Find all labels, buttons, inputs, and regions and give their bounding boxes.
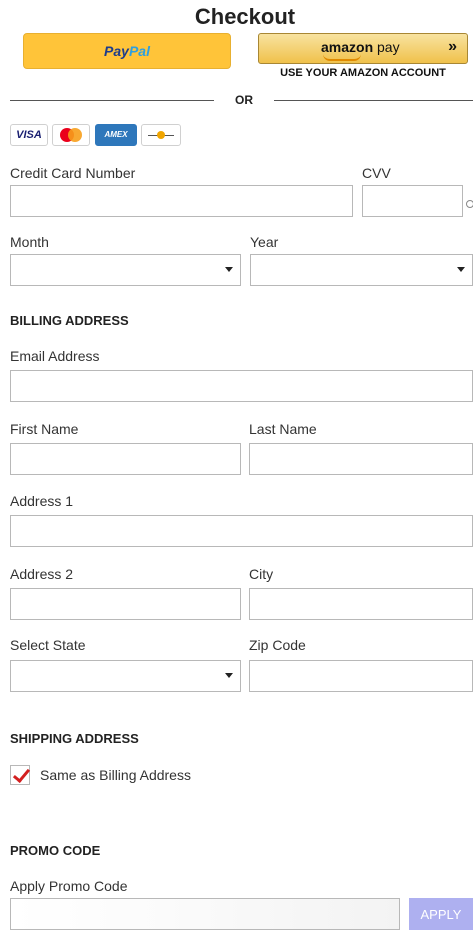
- cvv-input[interactable]: [362, 185, 463, 217]
- info-icon[interactable]: [466, 200, 473, 208]
- billing-address-heading: BILLING ADDRESS: [10, 313, 129, 328]
- amazon-pay-button[interactable]: amazon pay »: [258, 33, 468, 64]
- divider-left: [10, 100, 214, 101]
- amazon-pay-word: pay: [373, 39, 400, 55]
- page-title: Checkout: [194, 4, 296, 29]
- paypal-logo-pay: Pay: [104, 43, 129, 59]
- address1-input[interactable]: [10, 515, 473, 547]
- divider-right: [274, 100, 473, 101]
- double-chevron-right-icon: »: [448, 38, 457, 55]
- state-select[interactable]: [10, 660, 241, 692]
- chevron-down-icon: [225, 267, 233, 272]
- last-name-input[interactable]: [249, 443, 473, 475]
- last-name-label: Last Name: [249, 421, 317, 437]
- address2-label: Address 2: [10, 566, 74, 582]
- amazon-pay-logo: amazon pay: [321, 39, 400, 61]
- checkmark-icon: [12, 764, 31, 784]
- zip-input[interactable]: [249, 660, 473, 692]
- card-number-label: Credit Card Number: [10, 165, 136, 181]
- month-select[interactable]: [10, 254, 241, 286]
- chevron-down-icon: [457, 267, 465, 272]
- cvv-label: CVV: [362, 165, 391, 181]
- paypal-button[interactable]: Pay Pal: [23, 33, 231, 69]
- mastercard-card-icon: [52, 124, 90, 146]
- amazon-logo-word: amazon: [321, 39, 374, 55]
- visa-card-icon: VISA: [10, 124, 48, 146]
- month-label: Month: [10, 234, 49, 250]
- year-select[interactable]: [250, 254, 473, 286]
- promo-code-heading: PROMO CODE: [10, 843, 101, 858]
- first-name-label: First Name: [10, 421, 79, 437]
- chevron-down-icon: [225, 673, 233, 678]
- same-as-billing-checkbox[interactable]: [10, 764, 31, 785]
- first-name-input[interactable]: [10, 443, 241, 475]
- promo-code-input[interactable]: [10, 898, 400, 930]
- city-label: City: [249, 566, 274, 582]
- email-input[interactable]: [10, 370, 473, 402]
- or-divider-label: OR: [235, 93, 253, 107]
- generic-card-icon: [141, 124, 181, 146]
- email-label: Email Address: [10, 348, 100, 364]
- apply-promo-button[interactable]: APPLY: [409, 898, 473, 930]
- state-label: Select State: [10, 637, 86, 653]
- paypal-logo-pal: Pal: [128, 43, 150, 59]
- address2-input[interactable]: [10, 588, 241, 620]
- zip-label: Zip Code: [249, 637, 306, 653]
- address1-label: Address 1: [10, 493, 74, 509]
- amex-card-icon: AMEX: [95, 124, 137, 146]
- same-as-billing-label[interactable]: Same as Billing Address: [40, 767, 191, 783]
- shipping-address-heading: SHIPPING ADDRESS: [10, 731, 139, 746]
- promo-code-label: Apply Promo Code: [10, 878, 128, 894]
- card-number-input[interactable]: [10, 185, 353, 217]
- city-input[interactable]: [249, 588, 473, 620]
- amazon-smile-icon: [323, 54, 361, 61]
- amazon-pay-subtitle: USE YOUR AMAZON ACCOUNT: [280, 67, 446, 79]
- year-label: Year: [250, 234, 279, 250]
